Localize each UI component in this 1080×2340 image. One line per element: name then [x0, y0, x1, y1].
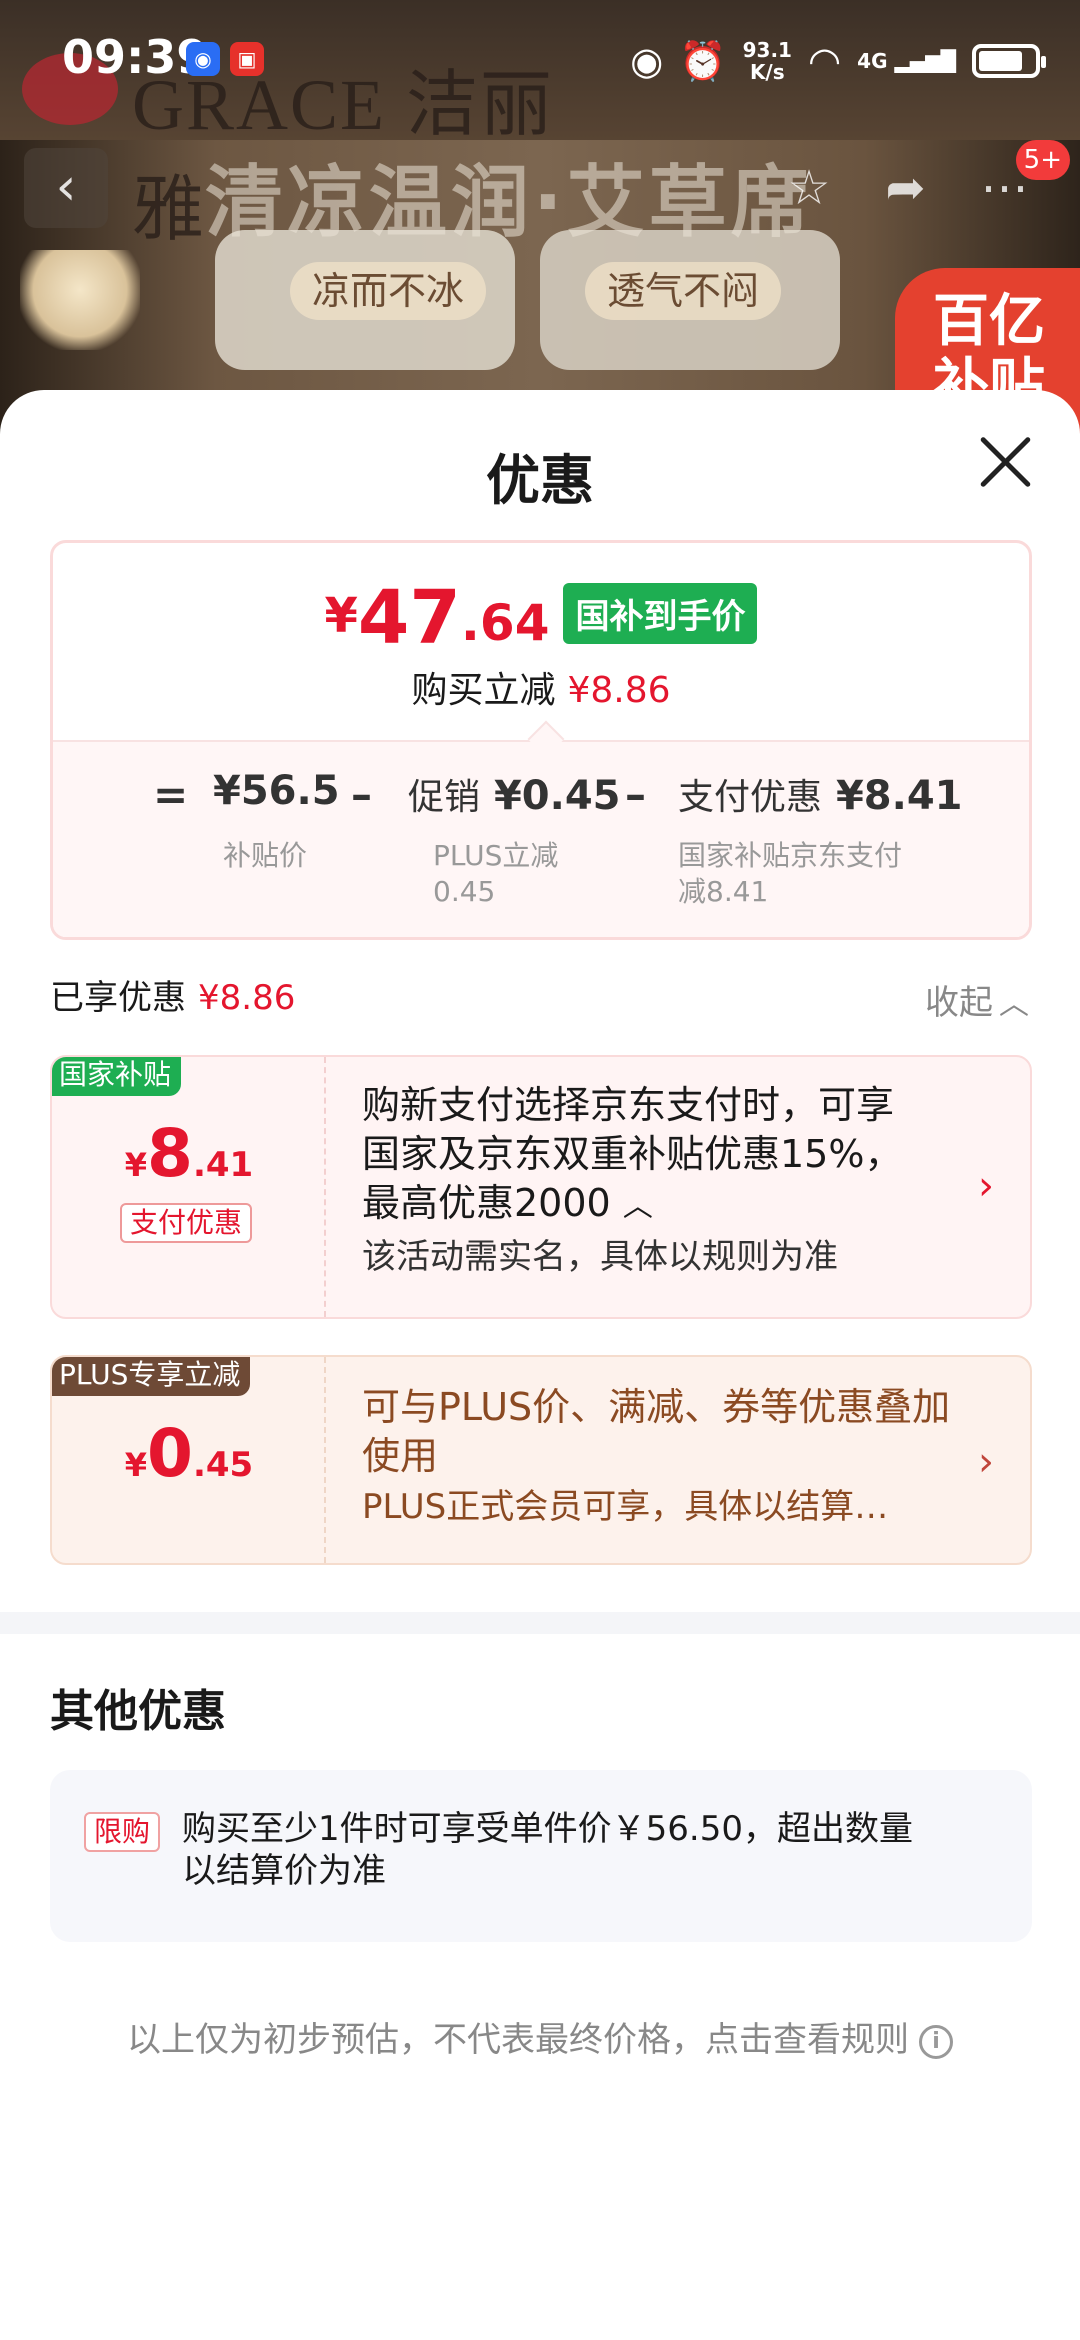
formula-pay-label: 支付优惠	[678, 777, 823, 818]
hero-lamp	[20, 250, 140, 350]
chevron-up-icon[interactable]: ︿	[623, 1189, 653, 1224]
final-price-row: ¥ 47 .64 国补到手价	[53, 578, 1029, 658]
chevron-right-icon[interactable]: ›	[978, 1163, 994, 1209]
formula-subsidy-label: 补贴价	[223, 839, 308, 872]
offer-badge: PLUS专享立减	[52, 1357, 251, 1396]
offer-amount: ¥8.41	[52, 1115, 326, 1192]
section-divider	[0, 1612, 1080, 1634]
offer-type-chip: 支付优惠	[120, 1203, 253, 1243]
close-icon[interactable]	[975, 432, 1035, 492]
rules-link[interactable]: 以上仅为初步预估，不代表最终价格，点击查看规则 i	[0, 2012, 1080, 2061]
wifi-icon: ◠	[807, 39, 842, 83]
offer-amount-decimal: .45	[192, 1445, 254, 1485]
sheet-title: 优惠	[486, 449, 594, 512]
final-price-decimal: .64	[460, 594, 550, 652]
back-arrow-icon: ‹	[55, 157, 77, 217]
star-icon[interactable]: ☆	[787, 160, 830, 216]
battery-icon	[972, 44, 1046, 78]
offer-note: PLUS正式会员可享，具体以结算价为准	[362, 1487, 922, 1527]
formula-minus-1: –	[351, 770, 372, 819]
offer-amount-integer: 8	[147, 1115, 193, 1192]
net-speed-unit: K/s	[749, 60, 785, 84]
disclaimer-text: 以上仅为初步预估，不代表最终价格，点击查看规则	[127, 2020, 909, 2060]
formula-pay-detail: 国家补贴京东支付减8.41	[678, 839, 903, 908]
enjoyed-label: 已享优惠	[50, 978, 186, 1018]
reduce-amount: ¥8.86	[567, 670, 671, 711]
formula-pay-amount: ¥8.41	[835, 773, 963, 819]
final-price-symbol: ¥	[324, 588, 358, 644]
net-speed: 93.1 K/s	[743, 39, 792, 83]
formula-promo-amount: ¥0.45	[493, 773, 621, 819]
enjoyed-discount: 已享优惠 ¥8.86	[50, 970, 295, 1019]
status-indicators: ◉ ⏰ 93.1 K/s ◠ 4G ▂▄▆█	[630, 36, 1046, 86]
hero-chip-cool: 凉而不冰	[290, 262, 487, 320]
alarm-icon: ⏰	[679, 39, 727, 83]
offer-note: 该活动需实名，具体以规则为准	[362, 1237, 838, 1277]
network-type: 4G	[857, 49, 888, 73]
chevron-up-icon: ︿	[999, 987, 1029, 1022]
other-offers-title: 其他优惠	[50, 1686, 226, 1737]
discount-sheet: 优惠 ¥ 47 .64 国补到手价 购买立减 ¥8.86 = ¥56.5 补贴价 …	[0, 390, 1080, 2340]
nav-actions: ☆ ➦ ⋯	[760, 148, 1056, 228]
formula-promo-label: 促销	[408, 777, 481, 818]
info-icon[interactable]: i	[919, 2024, 953, 2059]
message-count-badge: 5+	[1015, 140, 1070, 180]
offer-amount: ¥0.45	[52, 1415, 326, 1492]
offer-amount-decimal: .41	[192, 1145, 254, 1185]
collapse-button[interactable]: 收起 ︿	[925, 975, 1029, 1024]
reduce-row: 购买立减 ¥8.86	[53, 661, 1029, 713]
final-price-tag: 国补到手价	[563, 583, 758, 644]
other-offer-text: 购买至少1件时可享受单件价￥56.50，超出数量以结算价为准	[182, 1809, 913, 1891]
chevron-right-icon[interactable]: ›	[978, 1439, 994, 1485]
price-summary-card: ¥ 47 .64 国补到手价 购买立减 ¥8.86 = ¥56.5 补贴价 – 促…	[50, 540, 1032, 940]
battery-fill	[979, 51, 1022, 71]
back-button[interactable]: ‹	[24, 148, 108, 228]
reduce-label: 购买立减	[411, 670, 556, 711]
cellular-signal: 4G ▂▄▆█	[857, 49, 956, 73]
other-offer-card: 限购 购买至少1件时可享受单件价￥56.50，超出数量以结算价为准	[50, 1770, 1032, 1942]
eye-icon: ◉	[630, 39, 664, 83]
purchase-limit-tag: 限购	[84, 1812, 161, 1852]
status-bar: 09:39 ◉ ▣ ◉ ⏰ 93.1 K/s ◠ 4G ▂▄▆█	[0, 0, 1080, 120]
hero-slogan: 清凉温润·艾草席	[205, 158, 813, 248]
formula-promo: 促销 ¥0.45	[408, 768, 620, 820]
formula-minus-2: –	[625, 770, 646, 819]
formula-pay: 支付优惠 ¥8.41	[678, 768, 962, 820]
offer-card-plus[interactable]: PLUS专享立减 ¥0.45 可与PLUS价、满减、券等优惠叠加使用 PLUS正…	[50, 1355, 1032, 1565]
final-price-integer: 47	[357, 575, 461, 661]
offer-description: 可与PLUS价、满减、券等优惠叠加使用	[362, 1385, 951, 1478]
offer-badge: 国家补贴	[52, 1057, 182, 1096]
net-speed-value: 93.1	[742, 38, 792, 62]
notification-app-icon: ◉	[186, 42, 220, 76]
offer-description: 购新支付选择京东支付时，可享国家及京东双重补贴优惠15%，最高优惠2000 ︿	[362, 1081, 922, 1231]
offer-amount-symbol: ¥	[124, 1146, 148, 1184]
offer-card-national-subsidy[interactable]: 国家补贴 ¥8.41 支付优惠 购新支付选择京东支付时，可享国家及京东双重补贴优…	[50, 1055, 1032, 1319]
enjoyed-amount: ¥8.86	[198, 978, 296, 1018]
price-formula: = ¥56.5 补贴价 – 促销 ¥0.45 PLUS立减0.45 – 支付优惠…	[53, 758, 1029, 937]
collapse-label: 收起	[925, 983, 993, 1023]
notification-message-icon: ▣	[230, 42, 264, 76]
formula-promo-detail: PLUS立减0.45	[433, 839, 559, 908]
formula-equals: =	[153, 770, 189, 819]
offer-amount-integer: 0	[147, 1415, 193, 1492]
share-icon[interactable]: ➦	[885, 160, 925, 216]
hero-chip-breathable: 透气不闷	[585, 262, 782, 320]
offer-amount-symbol: ¥	[124, 1446, 148, 1484]
formula-subsidy-price: ¥56.5	[213, 768, 340, 814]
